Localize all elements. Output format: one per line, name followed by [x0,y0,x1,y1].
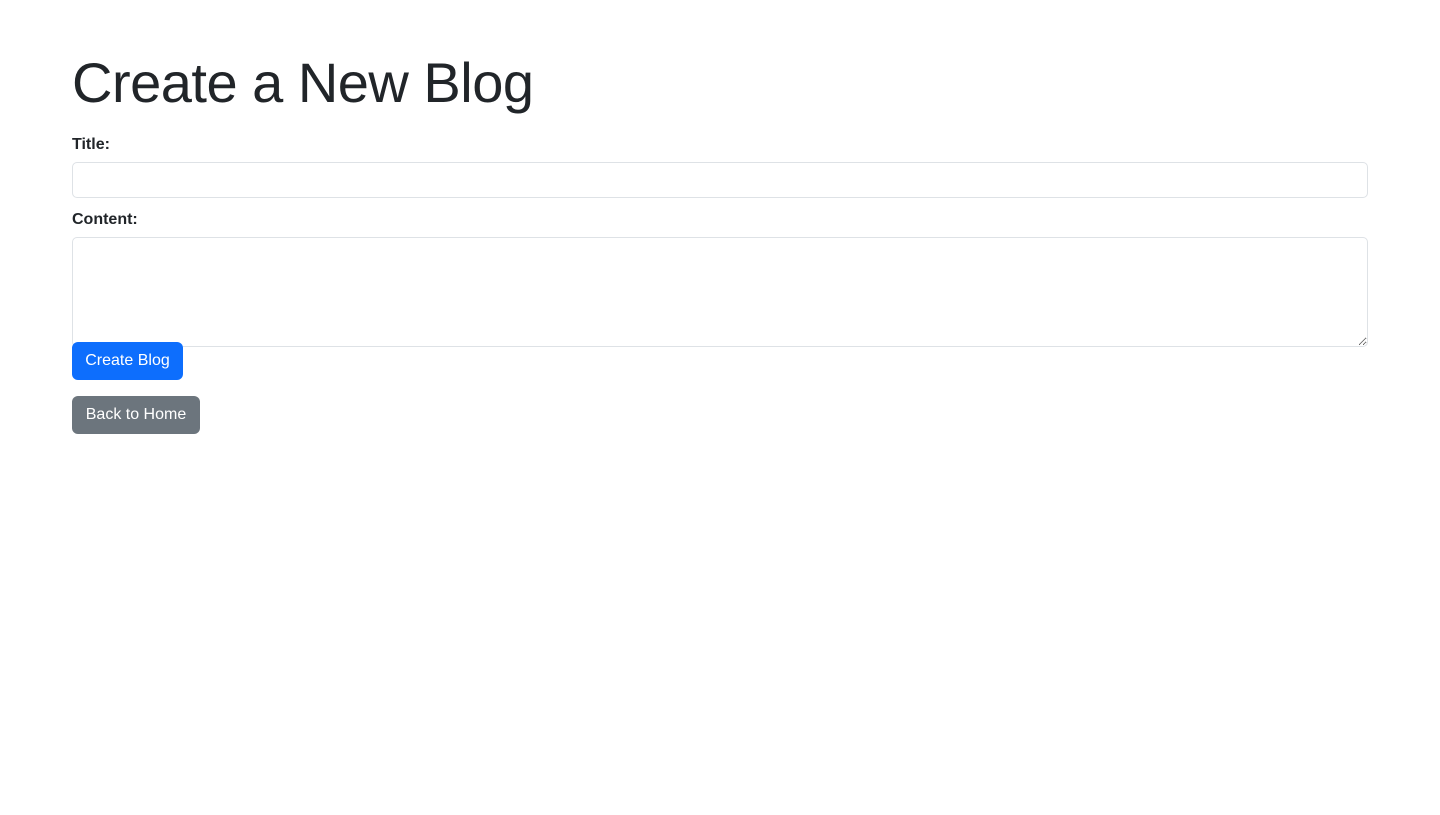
create-blog-button[interactable]: Create Blog [72,342,183,380]
content-label: Content: [72,211,138,228]
content-form-group: Content: [72,210,1368,347]
title-input[interactable] [72,162,1368,198]
title-form-group: Title: [72,135,1368,198]
page-title: Create a New Blog [72,51,534,114]
page: Create a New Blog Title: Content: Create… [0,0,1440,815]
content-textarea[interactable] [72,237,1368,347]
title-label: Title: [72,136,110,153]
back-to-home-button[interactable]: Back to Home [72,396,200,434]
main-container: Create a New Blog Title: Content: Create… [72,0,1368,434]
